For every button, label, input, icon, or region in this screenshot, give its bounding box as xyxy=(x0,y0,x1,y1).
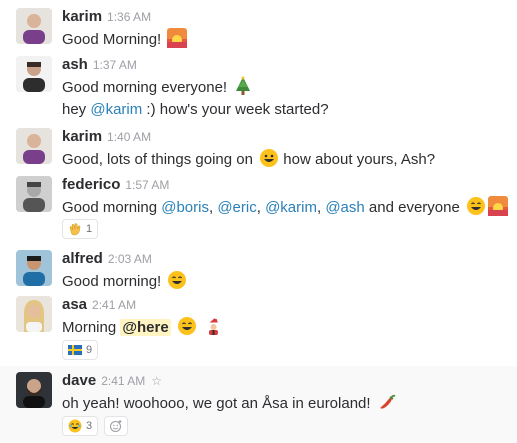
santa-emoji xyxy=(203,316,223,336)
mention-karim[interactable]: @karim xyxy=(265,199,317,216)
reaction-clap[interactable]: 1 xyxy=(62,219,99,239)
mention-karim[interactable]: @karim xyxy=(90,101,142,118)
username[interactable]: asa xyxy=(62,296,87,313)
avatar-dave[interactable] xyxy=(16,372,52,408)
clap-icon xyxy=(68,222,82,236)
smile-emoji xyxy=(177,316,197,336)
username[interactable]: dave xyxy=(62,372,96,389)
mention-eric[interactable]: @eric xyxy=(217,199,256,216)
mention-here[interactable]: @here xyxy=(120,319,171,336)
add-reaction-icon xyxy=(109,420,122,433)
message-text: hey @karim :) how's your week started? xyxy=(62,101,329,118)
avatar-karim[interactable] xyxy=(16,8,52,44)
timestamp[interactable]: 1:36 AM xyxy=(107,10,151,24)
smile-emoji xyxy=(167,270,187,290)
avatar-federico[interactable] xyxy=(16,176,52,212)
message-text: Good morning everyone! xyxy=(62,76,253,96)
message-text: Good morning! xyxy=(62,270,187,290)
username[interactable]: karim xyxy=(62,8,102,25)
message-text: oh yeah! woohooo, we got an Åsa in eurol… xyxy=(62,392,397,412)
avatar-ash[interactable] xyxy=(16,56,52,92)
star-icon[interactable]: ☆ xyxy=(151,374,162,388)
grinning-emoji xyxy=(259,148,279,168)
reaction-count: 3 xyxy=(86,420,93,432)
username[interactable]: alfred xyxy=(62,250,103,267)
reaction-count: 1 xyxy=(86,223,93,235)
flag-sweden-icon xyxy=(68,343,82,357)
timestamp[interactable]: 2:03 AM xyxy=(108,252,152,266)
sunrise-emoji xyxy=(167,28,188,48)
message-karim-2: karim 1:40 AM Good, lots of things going … xyxy=(0,122,517,172)
sunrise-emoji xyxy=(488,196,508,216)
joy-icon xyxy=(68,419,82,433)
message-dave: dave 2:41 AM ☆ oh yeah! woohooo, we got an… xyxy=(0,366,517,443)
add-reaction-button[interactable] xyxy=(104,416,128,436)
mention-boris[interactable]: @boris xyxy=(161,199,209,216)
message-text: Good morning @boris, @eric, @karim, @ash… xyxy=(62,196,508,216)
message-text: Morning @here xyxy=(62,316,223,336)
message-federico: federico 1:57 AM Good morning @boris, @er… xyxy=(0,172,517,244)
avatar-alfred[interactable] xyxy=(16,250,52,286)
timestamp[interactable]: 2:41 AM xyxy=(92,298,136,312)
reaction-flag-sweden[interactable]: 9 xyxy=(62,340,99,360)
avatar-asa[interactable] xyxy=(16,296,52,332)
username[interactable]: ash xyxy=(62,56,88,73)
username[interactable]: federico xyxy=(62,176,120,193)
timestamp[interactable]: 1:37 AM xyxy=(93,58,137,72)
timestamp[interactable]: 1:40 AM xyxy=(107,130,151,144)
message-ash: ash 1:37 AM Good morning everyone! hey @k… xyxy=(0,52,517,122)
hot-pepper-emoji xyxy=(377,392,397,412)
username[interactable]: karim xyxy=(62,128,102,145)
reaction-joy[interactable]: 3 xyxy=(62,416,99,436)
message-text: Good, lots of things going on how about … xyxy=(62,148,435,168)
smile-emoji xyxy=(466,196,486,216)
avatar-karim[interactable] xyxy=(16,128,52,164)
christmas-tree-emoji xyxy=(233,76,253,96)
timestamp[interactable]: 1:57 AM xyxy=(125,178,169,192)
message-asa: asa 2:41 AM Morning @here 9 xyxy=(0,292,517,366)
message-alfred: alfred 2:03 AM Good morning! xyxy=(0,244,517,292)
timestamp[interactable]: 2:41 AM xyxy=(101,374,145,388)
message-karim-1: karim 1:36 AM Good Morning! xyxy=(0,0,517,52)
reaction-count: 9 xyxy=(86,344,93,356)
message-text: Good Morning! xyxy=(62,28,188,48)
mention-ash[interactable]: @ash xyxy=(325,199,364,216)
